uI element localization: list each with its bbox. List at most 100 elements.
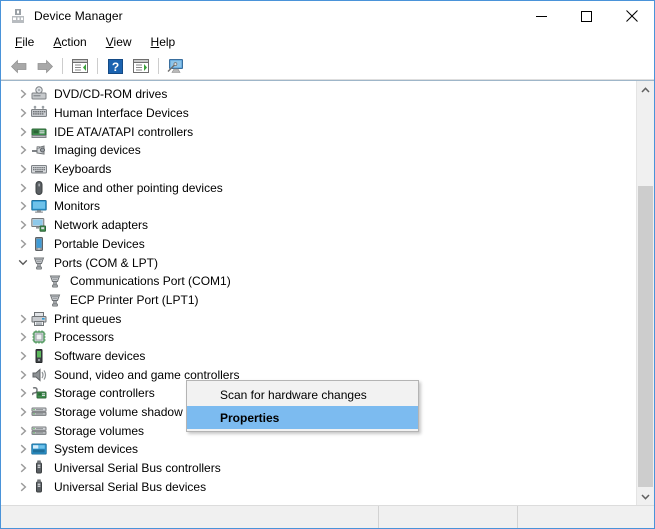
tree-item-label: System devices	[54, 441, 138, 457]
toolbar-separator	[62, 58, 63, 74]
port-icon	[47, 273, 63, 289]
context-menu-item-scan-for-hardware-changes[interactable]: Scan for hardware changes	[187, 383, 418, 406]
tree-item[interactable]: Mice and other pointing devices	[1, 178, 636, 197]
mouse-icon	[31, 180, 47, 196]
tree-item[interactable]: Network adapters	[1, 216, 636, 235]
tree-item[interactable]: Monitors	[1, 197, 636, 216]
menu-help-accel: H	[151, 35, 160, 49]
chevron-right-icon[interactable]	[15, 314, 31, 324]
properties-button[interactable]	[129, 55, 153, 77]
processor-icon	[31, 329, 47, 345]
tree-item-label: ECP Printer Port (LPT1)	[70, 292, 198, 308]
chevron-down-icon[interactable]	[15, 258, 31, 267]
vertical-scrollbar[interactable]	[636, 81, 654, 505]
ide-controller-icon	[31, 124, 47, 140]
device-manager-icon	[10, 8, 26, 24]
tree-item[interactable]: Print queues	[1, 309, 636, 328]
scan-for-hardware-changes-button[interactable]	[164, 55, 188, 77]
port-icon	[31, 255, 47, 271]
tree-item[interactable]: ECP Printer Port (LPT1)	[1, 291, 636, 310]
context-menu-item-properties[interactable]: Properties	[187, 406, 418, 429]
title-bar: Device Manager	[1, 1, 654, 31]
tree-item[interactable]: Universal Serial Bus controllers	[1, 459, 636, 478]
chevron-right-icon[interactable]	[15, 108, 31, 118]
chevron-right-icon[interactable]	[15, 426, 31, 436]
tree-item[interactable]: Human Interface Devices	[1, 104, 636, 123]
scroll-down-arrow[interactable]	[637, 488, 654, 505]
forward-button[interactable]	[33, 55, 57, 77]
window-controls	[519, 1, 654, 31]
chevron-right-icon[interactable]	[15, 220, 31, 230]
usb-icon	[31, 479, 47, 495]
chevron-right-icon[interactable]	[15, 351, 31, 361]
scroll-thumb[interactable]	[638, 186, 653, 487]
show-hide-console-tree-button[interactable]	[68, 55, 92, 77]
maximize-button[interactable]	[564, 1, 609, 31]
tree-item-label: Storage controllers	[54, 385, 155, 401]
chevron-right-icon[interactable]	[15, 444, 31, 454]
chevron-right-icon[interactable]	[15, 407, 31, 417]
tree-item-label: Software devices	[54, 348, 145, 364]
dvd-drive-icon	[31, 86, 47, 102]
minimize-button[interactable]	[519, 1, 564, 31]
chevron-right-icon[interactable]	[15, 388, 31, 398]
chevron-right-icon[interactable]	[15, 370, 31, 380]
menu-bar: File Action View Help	[1, 31, 654, 53]
chevron-right-icon[interactable]	[15, 239, 31, 249]
tree-item[interactable]: Ports (COM & LPT)	[1, 253, 636, 272]
status-pane-main	[1, 506, 378, 528]
toolbar: ?	[1, 53, 654, 80]
camera-icon	[31, 142, 47, 158]
chevron-right-icon[interactable]	[15, 89, 31, 99]
chevron-right-icon[interactable]	[15, 332, 31, 342]
tree-item[interactable]: Communications Port (COM1)	[1, 272, 636, 291]
tree-item[interactable]: Software devices	[1, 347, 636, 366]
chevron-right-icon[interactable]	[15, 164, 31, 174]
tree-item[interactable]: Universal Serial Bus devices	[1, 477, 636, 496]
tree-item[interactable]: Portable Devices	[1, 235, 636, 254]
menu-help[interactable]: Help	[144, 33, 186, 51]
window-title: Device Manager	[34, 9, 123, 23]
chevron-right-icon[interactable]	[15, 145, 31, 155]
device-tree[interactable]: DVD/CD-ROM drives Human Interface Devices…	[1, 81, 636, 505]
help-button[interactable]: ?	[103, 55, 127, 77]
toolbar-separator	[158, 58, 159, 74]
scroll-up-arrow[interactable]	[637, 81, 654, 98]
tree-item-label: Mice and other pointing devices	[54, 180, 223, 196]
system-device-icon	[31, 441, 47, 457]
chevron-right-icon[interactable]	[15, 482, 31, 492]
tree-item-label: Portable Devices	[54, 236, 145, 252]
storage-volume-icon	[31, 423, 47, 439]
tree-item[interactable]: Processors	[1, 328, 636, 347]
menu-view[interactable]: View	[99, 33, 142, 51]
hid-icon	[31, 105, 47, 121]
status-pane-tertiary	[517, 506, 654, 528]
chevron-right-icon[interactable]	[15, 463, 31, 473]
tree-item-label: Network adapters	[54, 217, 148, 233]
menu-file[interactable]: File	[8, 33, 44, 51]
chevron-right-icon[interactable]	[15, 183, 31, 193]
tree-item[interactable]: IDE ATA/ATAPI controllers	[1, 122, 636, 141]
menu-action-label: ction	[61, 35, 86, 49]
tree-item[interactable]: Keyboards	[1, 160, 636, 179]
tree-item[interactable]: System devices	[1, 440, 636, 459]
speaker-icon	[31, 367, 47, 383]
portable-device-icon	[31, 236, 47, 252]
close-button[interactable]	[609, 1, 654, 31]
tree-item-label: Universal Serial Bus controllers	[54, 460, 221, 476]
tree-item[interactable]: DVD/CD-ROM drives	[1, 85, 636, 104]
context-menu: Scan for hardware changes Properties	[186, 380, 419, 432]
tree-item[interactable]: Imaging devices	[1, 141, 636, 160]
tree-item-label: IDE ATA/ATAPI controllers	[54, 124, 193, 140]
tree-item-label: Universal Serial Bus devices	[54, 479, 206, 495]
chevron-right-icon[interactable]	[15, 127, 31, 137]
printer-icon	[31, 311, 47, 327]
back-button[interactable]	[7, 55, 31, 77]
menu-action[interactable]: Action	[46, 33, 96, 51]
tree-item-label: Storage volumes	[54, 423, 144, 439]
tree-item-label: Human Interface Devices	[54, 105, 189, 121]
tree-item-label: Keyboards	[54, 161, 111, 177]
tree-item-label: DVD/CD-ROM drives	[54, 86, 167, 102]
chevron-right-icon[interactable]	[15, 201, 31, 211]
tree-item-label: Print queues	[54, 311, 121, 327]
